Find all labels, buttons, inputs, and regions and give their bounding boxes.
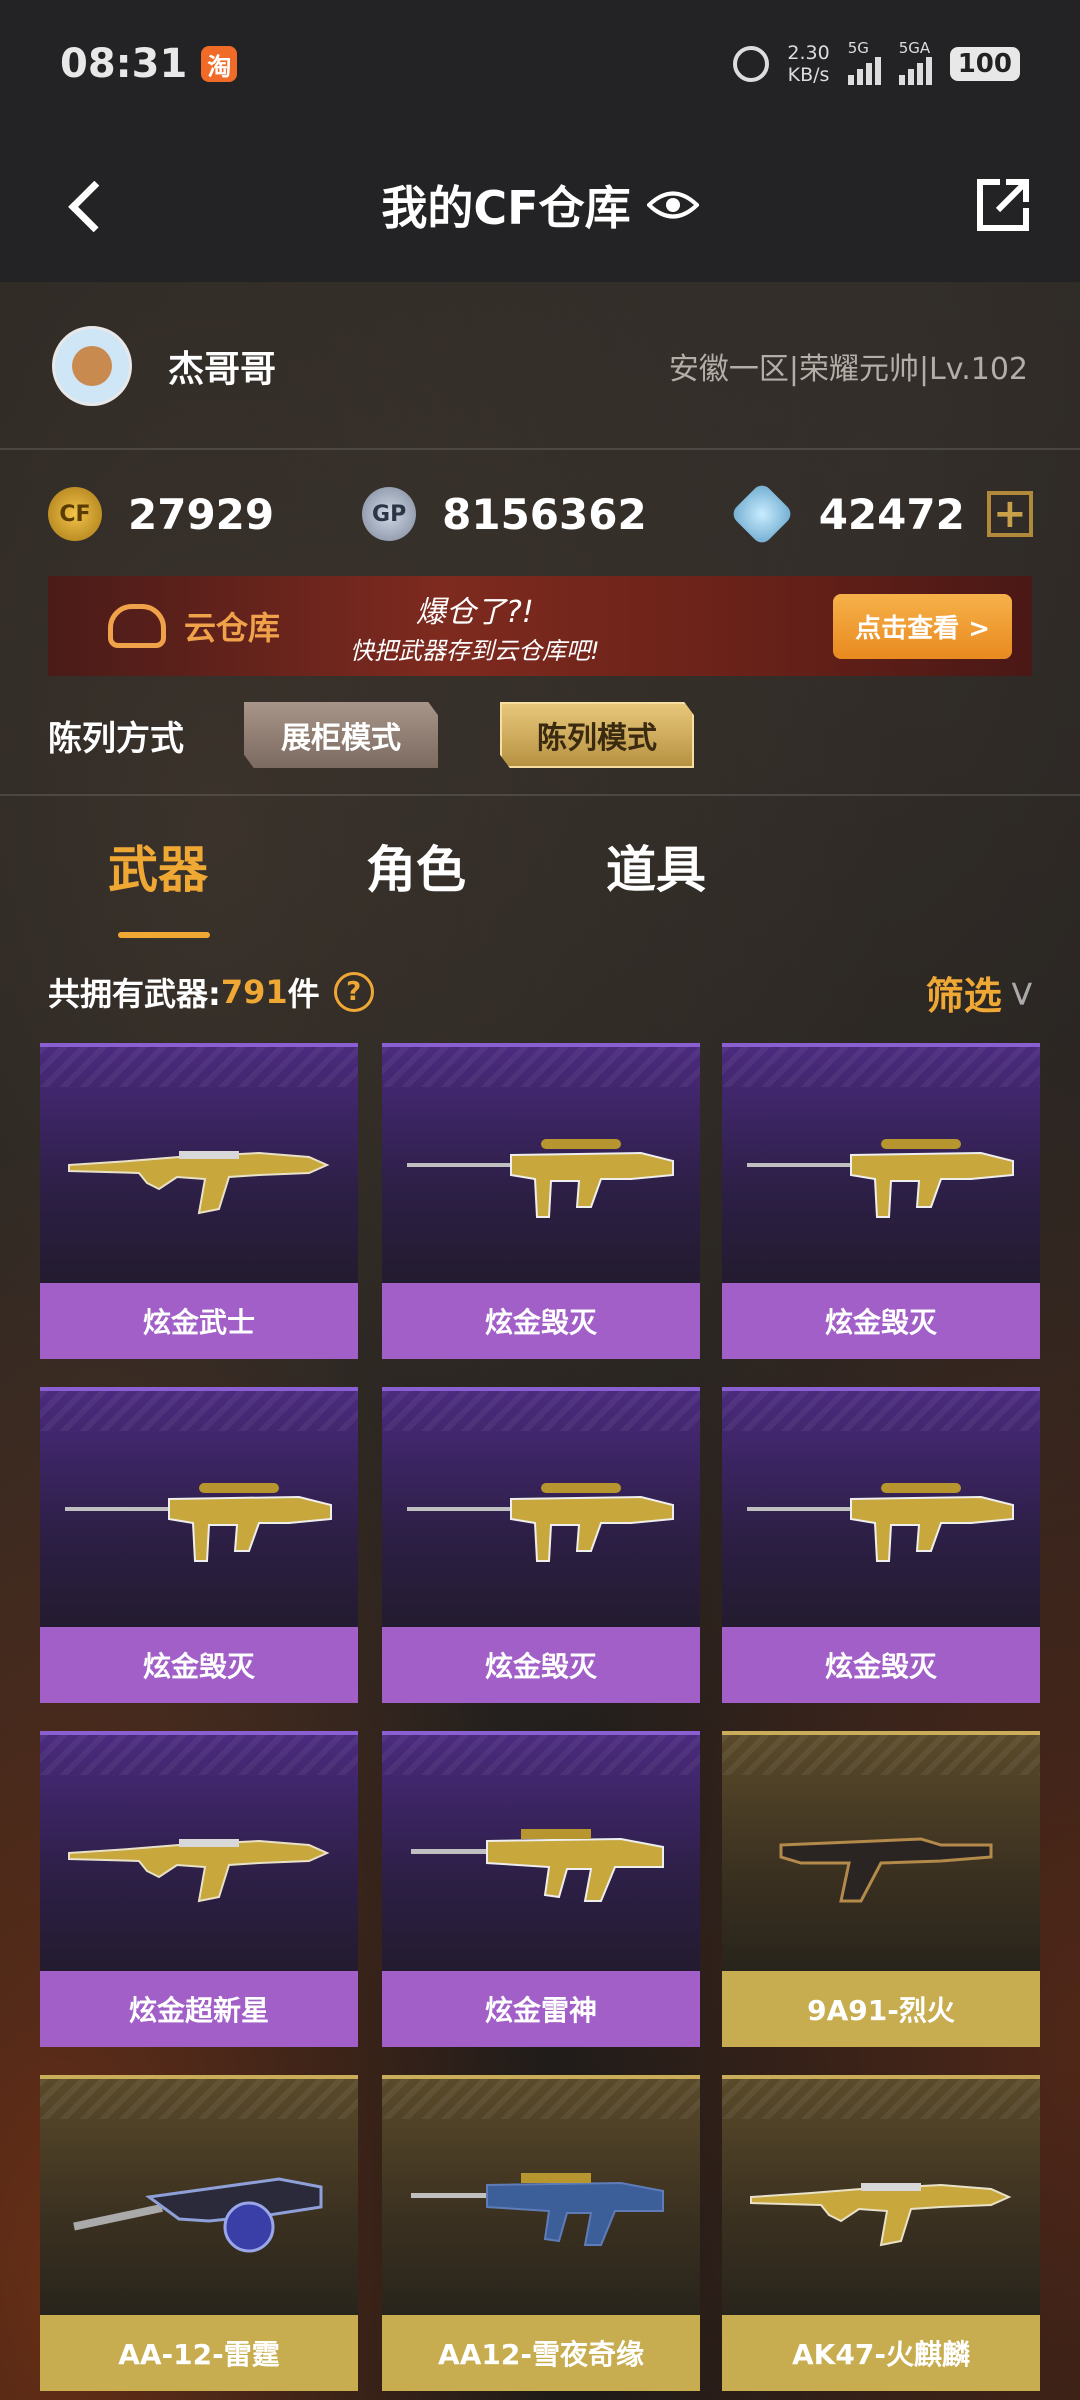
gp-coin-icon: GP: [362, 487, 417, 541]
cabinet-mode-button[interactable]: 展柜模式: [244, 702, 438, 768]
weapon-name: AK47-火麒麟: [722, 2315, 1040, 2391]
list-mode-button[interactable]: 陈列模式: [500, 702, 694, 768]
weapon-name: 炫金雷神: [382, 1971, 700, 2047]
weapon-count-label: 共拥有武器:: [48, 975, 221, 1013]
chevron-down-icon: ⋁: [1011, 978, 1032, 1006]
filter-label: 筛选: [925, 973, 1002, 1018]
gem-value: 42472: [818, 489, 965, 539]
cf-points-value: 27929: [128, 489, 275, 539]
back-button[interactable]: [62, 176, 112, 236]
status-bar: 08:31 淘 2.30 KB/s 5G 5GA 100: [0, 0, 1080, 128]
cloud-warehouse-banner[interactable]: 云仓库 爆仓了?! 快把武器存到云仓库吧! 点击查看 >: [48, 576, 1032, 676]
weapon-name: 炫金毁灭: [722, 1283, 1040, 1359]
weapon-name: 炫金毁灭: [722, 1627, 1040, 1703]
signal-icon: 5G: [847, 39, 881, 85]
signal-label: 5G: [847, 39, 869, 57]
battery-indicator: 100: [949, 47, 1020, 81]
tab-items[interactable]: 道具: [606, 830, 706, 902]
cf-points: CF 27929: [48, 487, 274, 541]
weapon-art: [382, 1387, 700, 1627]
network-speed: 2.30 KB/s: [787, 42, 829, 86]
signal-icon-2: 5GA: [898, 39, 932, 85]
weapon-count-unit: 件: [287, 975, 320, 1013]
weapon-card[interactable]: 炫金毁灭: [722, 1387, 1040, 1703]
page-title: 我的CF仓库: [381, 181, 631, 235]
server-info: 安徽一区|荣耀元帅|Lv.102: [668, 352, 1028, 387]
view-cloud-button[interactable]: 点击查看 >: [833, 593, 1012, 659]
weapon-art: [40, 1387, 358, 1627]
weapon-count-row: 共拥有武器: 791 件 ? 筛选 ⋁: [48, 964, 1032, 1020]
avatar[interactable]: [52, 326, 132, 406]
weapon-card[interactable]: 炫金毁灭: [722, 1043, 1040, 1359]
weapon-card[interactable]: 炫金武士: [40, 1043, 358, 1359]
weapon-card[interactable]: AK47-火麒麟: [722, 2075, 1040, 2391]
weapon-card[interactable]: 炫金雷神: [382, 1731, 700, 2047]
weapon-card[interactable]: 炫金毁灭: [40, 1387, 358, 1703]
taobao-app-icon: 淘: [201, 46, 238, 82]
share-icon[interactable]: [972, 174, 1034, 236]
add-gems-button[interactable]: +: [986, 491, 1033, 537]
weapon-art: [722, 1043, 1040, 1283]
signal-label-2: 5GA: [898, 39, 931, 57]
status-time: 08:31: [60, 41, 188, 87]
weapon-name: AA-12-雷霆: [40, 2315, 358, 2391]
weapon-art: [722, 1731, 1040, 1971]
alarm-icon: [733, 46, 770, 82]
weapon-art: [40, 1043, 358, 1283]
weapon-art: [40, 1731, 358, 1971]
weapon-art: [40, 2075, 358, 2315]
weapon-card[interactable]: 9A91-烈火: [722, 1731, 1040, 2047]
banner-slogan: 爆仓了?! 快把武器存到云仓库吧!: [350, 587, 600, 666]
nav-bar: 我的CF仓库: [0, 128, 1080, 282]
weapon-art: [382, 2075, 700, 2315]
banner-title: 云仓库: [184, 609, 281, 647]
weapon-card[interactable]: 炫金超新星: [40, 1731, 358, 2047]
filter-button[interactable]: 筛选 ⋁: [926, 965, 1032, 1020]
weapon-name: 炫金毁灭: [40, 1627, 358, 1703]
weapon-name: AA12-雪夜奇缘: [382, 2315, 700, 2391]
category-tabs: 武器 角色 道具: [0, 830, 1080, 940]
tab-weapons[interactable]: 武器: [108, 830, 208, 902]
weapon-art: [722, 1387, 1040, 1627]
profile-row: 杰哥哥 安徽一区|荣耀元帅|Lv.102: [0, 284, 1080, 450]
weapon-name: 炫金超新星: [40, 1971, 358, 2047]
banner-slogan-line2: 快把武器存到云仓库吧!: [350, 636, 600, 665]
weapon-art: [382, 1731, 700, 1971]
display-mode-row: 陈列方式 展柜模式 陈列模式: [48, 700, 756, 770]
banner-slogan-line1: 爆仓了?!: [415, 594, 534, 630]
weapon-art: [382, 1043, 700, 1283]
network-speed-unit: KB/s: [787, 64, 830, 86]
diamond-icon: [729, 481, 795, 547]
status-indicators: 2.30 KB/s 5G 5GA 100: [733, 39, 1020, 86]
active-tab-indicator: [118, 932, 210, 938]
help-icon[interactable]: ?: [333, 972, 374, 1012]
gp-value: 8156362: [442, 489, 647, 539]
network-speed-value: 2.30: [787, 42, 830, 64]
divider: [0, 794, 1080, 796]
weapon-name: 炫金毁灭: [382, 1283, 700, 1359]
weapon-count-value: 791: [220, 973, 288, 1011]
cf-coin-icon: CF: [48, 487, 102, 541]
weapon-name: 炫金毁灭: [382, 1627, 700, 1703]
weapon-art: [722, 2075, 1040, 2315]
eye-icon[interactable]: [646, 190, 699, 220]
gp-points: GP 8156362: [362, 487, 647, 541]
tab-characters[interactable]: 角色: [366, 830, 466, 902]
currency-row: CF 27929 GP 8156362 42472 +: [48, 474, 1033, 554]
weapon-card[interactable]: 炫金毁灭: [382, 1043, 700, 1359]
weapon-card[interactable]: 炫金毁灭: [382, 1387, 700, 1703]
weapon-name: 9A91-烈火: [722, 1971, 1040, 2047]
gem-points: 42472 +: [729, 481, 1033, 547]
weapon-card[interactable]: AA12-雪夜奇缘: [382, 2075, 700, 2391]
username: 杰哥哥: [168, 349, 277, 390]
cloud-home-icon: [108, 604, 166, 648]
weapon-name: 炫金武士: [40, 1283, 358, 1359]
display-mode-label: 陈列方式: [48, 718, 184, 759]
weapon-card[interactable]: AA-12-雷霆: [40, 2075, 358, 2391]
